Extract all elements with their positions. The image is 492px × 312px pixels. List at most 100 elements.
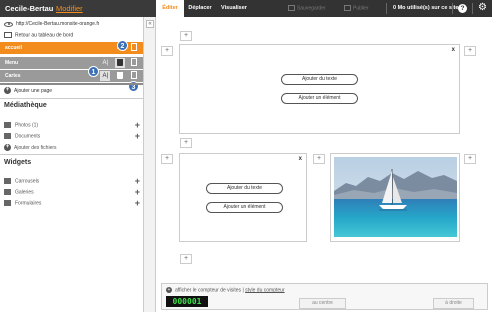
visit-counter-display: 000001 <box>166 296 208 307</box>
toolbar-separator <box>472 3 473 14</box>
tab-editer[interactable]: Éditer <box>156 0 184 17</box>
gear-icon[interactable]: ⚙ <box>478 3 487 13</box>
add-files-button[interactable]: + Ajouter des fichiers <box>4 144 140 151</box>
plus-icon: + <box>4 144 11 151</box>
delete-page-button[interactable] <box>114 58 125 68</box>
widget-label: Formulaires <box>15 200 42 207</box>
align-right-button[interactable]: à droite <box>433 298 474 309</box>
help-icon[interactable]: ? <box>458 4 467 13</box>
save-label: Sauvegarder <box>297 5 326 12</box>
page-item-cartes[interactable]: Cartes A| <box>0 70 143 82</box>
duplicate-page-button[interactable] <box>129 71 139 81</box>
add-document-button[interactable]: + <box>135 131 140 141</box>
add-column-right-button[interactable]: + <box>464 154 476 164</box>
content-block[interactable]: x Ajouter du texte Ajouter un élément <box>179 44 460 134</box>
section-divider <box>0 154 143 155</box>
page-label: Cartes <box>5 73 21 79</box>
back-to-dashboard[interactable]: Retour au tableau de bord <box>4 32 73 38</box>
section-divider <box>0 98 143 99</box>
toolbar-separator <box>386 3 387 14</box>
top-bar-left: Cecile-Bertau Modifier <box>0 0 156 17</box>
page-item-menu[interactable]: Menu A| <box>0 57 143 69</box>
site-url[interactable]: http://Cecile-Bertau.monsite-orange.fr <box>16 21 99 27</box>
trash-icon <box>116 58 123 66</box>
mediatheque-title: Médiathèque <box>4 102 47 109</box>
page-label: accueil <box>5 45 22 51</box>
align-center-button[interactable]: au centre <box>299 298 346 309</box>
content-block[interactable]: x Ajouter du texte Ajouter un élément <box>179 153 307 242</box>
page-actions: A| <box>97 58 139 68</box>
top-bar-right: Éditer Déplacer Visualiser Sauvegarder P… <box>156 0 492 17</box>
sailboat-image <box>334 157 457 237</box>
widgets-title: Widgets <box>4 159 32 166</box>
widget-label: Galeries <box>15 189 34 196</box>
publish-icon <box>344 5 351 11</box>
add-photo-button[interactable]: + <box>135 120 140 130</box>
site-url-row[interactable]: http://Cecile-Bertau.monsite-orange.fr <box>4 21 140 30</box>
media-photos[interactable]: Photos (1) + <box>4 120 140 130</box>
storage-usage: 0 Mo utilisé(s) sur ce site <box>393 5 459 11</box>
add-carousel-button[interactable]: + <box>135 176 140 186</box>
sidebar-collapse-bar[interactable]: « <box>144 17 156 312</box>
close-icon[interactable]: x <box>452 47 455 53</box>
media-documents[interactable]: Documents + <box>4 131 140 141</box>
callout-badge-2: 2 <box>117 40 128 51</box>
publish-button[interactable]: Publier <box>344 5 369 11</box>
add-text-button[interactable]: Ajouter du texte <box>206 183 283 194</box>
document-icon <box>131 71 137 80</box>
add-element-button[interactable]: Ajouter un élément <box>281 93 358 104</box>
back-label: Retour au tableau de bord <box>15 32 74 39</box>
save-button[interactable]: Sauvegarder <box>288 5 326 11</box>
rename-page-button[interactable]: A| <box>100 58 110 68</box>
plus-icon: + <box>4 87 11 94</box>
trash-icon <box>116 71 123 79</box>
carousel-icon <box>4 178 11 184</box>
duplicate-page-button[interactable] <box>129 43 139 53</box>
form-icon <box>4 200 11 206</box>
add-element-button[interactable]: Ajouter un élément <box>206 202 283 213</box>
counter-style-link[interactable]: style du compteur <box>245 287 284 293</box>
add-row-button[interactable]: + <box>180 138 192 148</box>
close-icon[interactable]: x <box>299 156 302 162</box>
delete-page-button[interactable] <box>115 71 125 81</box>
show-counter-label[interactable]: afficher le compteur de visites <box>175 287 241 293</box>
eye-icon <box>4 21 13 27</box>
visit-counter-bar: + afficher le compteur de visites | style… <box>161 283 488 310</box>
document-icon <box>131 58 137 67</box>
add-page-label: Ajouter une page <box>14 87 53 94</box>
widget-formulaires[interactable]: Formulaires + <box>4 198 140 208</box>
add-column-left-button[interactable]: + <box>161 154 173 164</box>
add-row-button[interactable]: + <box>180 31 192 41</box>
plus-icon: + <box>166 287 172 293</box>
duplicate-page-button[interactable] <box>129 58 139 68</box>
sailboat-photo[interactable] <box>334 157 457 237</box>
media-label: Documents <box>15 133 41 140</box>
media-label: Photos (1) <box>15 122 39 129</box>
add-gallery-button[interactable]: + <box>135 187 140 197</box>
widget-label: Carrousels <box>15 178 40 185</box>
tab-deplacer[interactable]: Déplacer <box>184 0 216 17</box>
sidebar: http://Cecile-Bertau.monsite-orange.fr R… <box>0 17 144 312</box>
modifier-link[interactable]: Modifier <box>56 4 83 13</box>
add-column-right-button[interactable]: + <box>464 46 476 56</box>
tab-visualiser[interactable]: Visualiser <box>216 0 252 17</box>
gallery-icon <box>4 189 11 195</box>
add-column-left-button[interactable]: + <box>161 46 173 56</box>
add-files-label: Ajouter des fichiers <box>14 144 57 151</box>
page-list-divider <box>0 83 143 85</box>
add-column-middle-button[interactable]: + <box>313 154 325 164</box>
add-page-button[interactable]: + Ajouter une page <box>4 87 52 94</box>
save-icon <box>288 5 295 11</box>
widget-galeries[interactable]: Galeries + <box>4 187 140 197</box>
publish-label: Publier <box>353 5 369 12</box>
add-row-button[interactable]: + <box>180 254 192 264</box>
counter-toggle[interactable]: + afficher le compteur de visites | style… <box>166 287 285 293</box>
collapse-icon[interactable]: « <box>146 20 154 28</box>
dashboard-icon <box>4 32 12 38</box>
photo-icon <box>4 122 11 128</box>
add-text-button[interactable]: Ajouter du texte <box>281 74 358 85</box>
widget-carrousels[interactable]: Carrousels + <box>4 176 140 186</box>
document-icon <box>4 133 11 139</box>
rename-page-button[interactable]: A| <box>100 71 111 81</box>
add-form-button[interactable]: + <box>135 198 140 208</box>
